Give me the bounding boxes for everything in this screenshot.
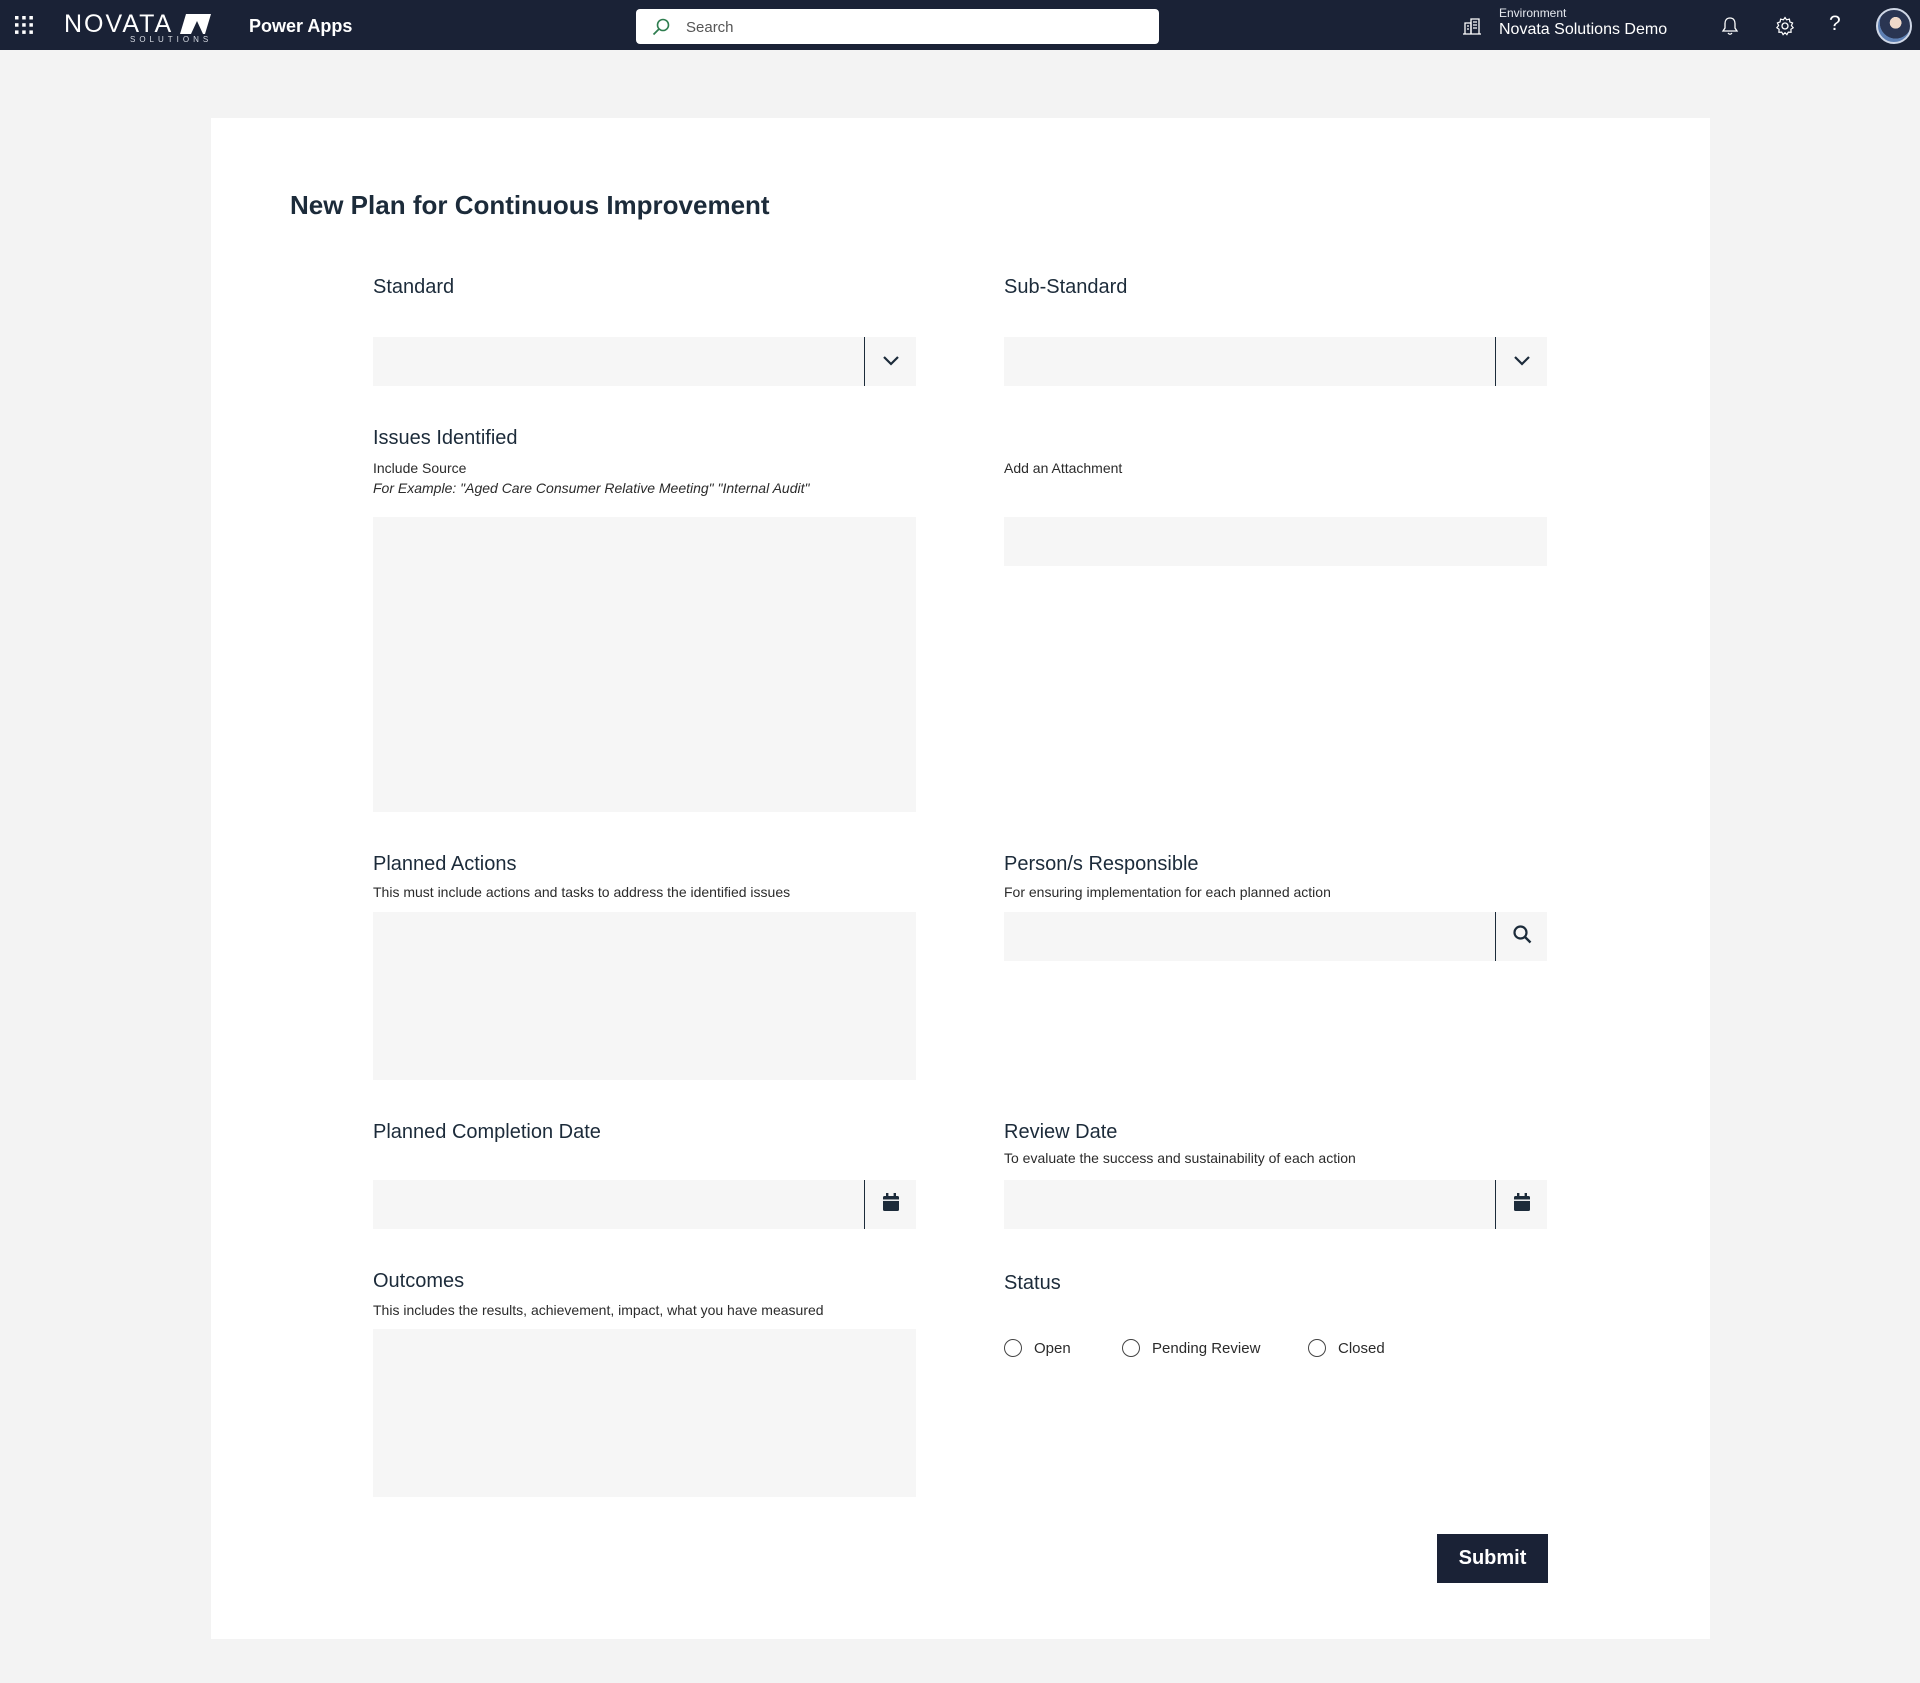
outcomes-field[interactable] <box>373 1329 916 1497</box>
status-option-label: Pending Review <box>1152 1339 1261 1357</box>
sub-standard-label: Sub-Standard <box>1004 276 1128 298</box>
waffle-icon[interactable] <box>14 15 34 35</box>
status-radio-open[interactable]: Open <box>1004 1337 1071 1359</box>
review-date-label: Review Date <box>1004 1121 1118 1143</box>
app-name[interactable]: Power Apps <box>249 16 352 37</box>
environment-name[interactable]: Novata Solutions Demo <box>1499 21 1667 39</box>
persons-search-button[interactable] <box>1495 912 1547 961</box>
search-icon <box>1512 924 1532 949</box>
planned-actions-label: Planned Actions <box>373 853 517 875</box>
attachment-dropzone[interactable] <box>1004 517 1547 566</box>
review-date-input[interactable] <box>1004 1180 1547 1229</box>
status-radio-pending-review[interactable]: Pending Review <box>1122 1337 1260 1359</box>
status-option-label: Closed <box>1338 1339 1385 1357</box>
review-date-hint: To evaluate the success and sustainabili… <box>1004 1150 1356 1166</box>
sub-standard-input[interactable] <box>1004 337 1547 386</box>
completion-date-label: Planned Completion Date <box>373 1121 601 1143</box>
issues-example-hint: For Example: "Aged Care Consumer Relativ… <box>373 480 810 496</box>
top-bar: NOVATA SOLUTIONS Power Apps Environment … <box>0 0 1920 50</box>
standard-input[interactable] <box>373 337 916 386</box>
planned-actions-hint: This must include actions and tasks to a… <box>373 884 791 900</box>
attachment-label: Add an Attachment <box>1004 460 1123 476</box>
help-icon[interactable]: ? <box>1829 12 1841 36</box>
persons-input[interactable] <box>1004 912 1547 961</box>
page-title: New Plan for Continuous Improvement <box>290 190 770 220</box>
outcomes-label: Outcomes <box>373 1270 465 1292</box>
planned-actions-field[interactable] <box>373 912 916 1080</box>
gear-icon[interactable] <box>1775 16 1795 41</box>
status-option-label: Open <box>1034 1339 1071 1357</box>
issues-textarea[interactable] <box>373 517 916 812</box>
avatar[interactable] <box>1876 8 1912 44</box>
issues-hint: Include Source <box>373 460 467 476</box>
status-label: Status <box>1004 1272 1061 1294</box>
review-date-button[interactable] <box>1495 1180 1547 1229</box>
radio-circle[interactable] <box>1004 1339 1022 1357</box>
radio-circle[interactable] <box>1308 1339 1326 1357</box>
submit-button[interactable]: Submit <box>1437 1534 1548 1583</box>
chevron-down-icon <box>1513 353 1531 371</box>
standard-label: Standard <box>373 276 455 298</box>
standard-dropdown[interactable] <box>373 337 916 386</box>
chevron-down-icon <box>882 353 900 371</box>
completion-date-button[interactable] <box>864 1180 916 1229</box>
persons-label: Person/s Responsible <box>1004 853 1199 875</box>
logo-subtext: SOLUTIONS <box>130 35 213 44</box>
radio-circle[interactable] <box>1122 1339 1140 1357</box>
sub-standard-dropdown-button[interactable] <box>1495 337 1547 386</box>
global-search <box>636 9 1159 46</box>
completion-date-input[interactable] <box>373 1180 916 1229</box>
calendar-icon <box>882 1192 900 1217</box>
sub-standard-dropdown[interactable] <box>1004 337 1547 386</box>
persons-hint: For ensuring implementation for each pla… <box>1004 884 1331 900</box>
environment-icon <box>1462 17 1482 40</box>
bell-icon[interactable] <box>1720 16 1740 41</box>
review-date-picker[interactable] <box>1004 1180 1547 1229</box>
outcomes-hint: This includes the results, achievement, … <box>373 1302 824 1318</box>
completion-date-picker[interactable] <box>373 1180 916 1229</box>
environment-label: Environment <box>1499 6 1567 20</box>
status-radio-closed[interactable]: Closed <box>1308 1337 1385 1359</box>
issues-textarea-field[interactable] <box>373 517 916 812</box>
form-card: New Plan for Continuous Improvement Stan… <box>211 118 1710 1639</box>
planned-actions-textarea[interactable] <box>373 912 916 1080</box>
persons-picker[interactable] <box>1004 912 1547 961</box>
search-icon <box>652 18 670 41</box>
outcomes-textarea[interactable] <box>373 1329 916 1497</box>
novata-logo: NOVATA SOLUTIONS <box>64 8 213 44</box>
standard-dropdown-button[interactable] <box>864 337 916 386</box>
search-input[interactable] <box>684 9 1148 46</box>
issues-label: Issues Identified <box>373 427 518 449</box>
calendar-icon <box>1513 1192 1531 1217</box>
